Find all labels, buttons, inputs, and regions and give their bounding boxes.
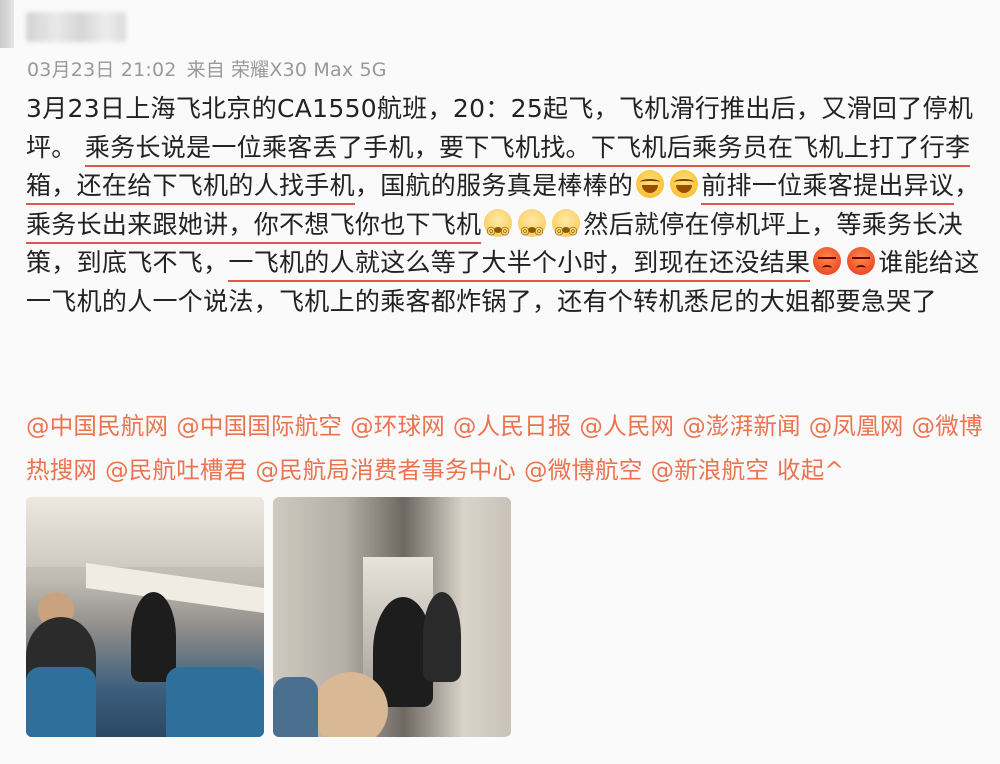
cabin-photo-1[interactable]	[26, 497, 264, 737]
overhead-bin	[86, 562, 264, 617]
mention-link[interactable]: @中国民航网	[26, 412, 168, 440]
seat-back	[273, 677, 318, 737]
avatar[interactable]	[0, 0, 14, 48]
mention-link[interactable]: @微博航空	[524, 456, 643, 484]
passenger-figure	[423, 592, 461, 682]
mention-link[interactable]: @凤凰网	[809, 412, 904, 440]
mention-link[interactable]: @人民网	[579, 412, 674, 440]
cabin-ceiling	[26, 497, 264, 567]
post-text: 3月23日上海飞北京的CA1550航班，20：25起飞，飞机滑行推出后，又滑回了…	[26, 90, 986, 321]
underlined-crew-reply: 乘务长出来跟她讲，你不想飞你也下飞机	[26, 209, 482, 244]
post-text-sarcasm: ，国航的服务真是棒棒的	[354, 171, 634, 200]
mention-link[interactable]: @人民日报	[453, 412, 572, 440]
cabin-photo-2[interactable]	[273, 497, 511, 737]
seat-back	[166, 667, 264, 737]
blurred-username[interactable]	[26, 12, 126, 42]
mention-link[interactable]: @环球网	[350, 412, 445, 440]
flight-attendant-figure	[131, 592, 176, 682]
underlined-wait-duration: 一飞机的人就这么等了大半个小时，到现在还没结果	[228, 248, 811, 282]
mention-link[interactable]: @新浪航空	[651, 456, 770, 484]
bald-head	[313, 672, 388, 737]
post-meta: 03月23日 21:02 来自 荣耀X30 Max 5G	[27, 55, 397, 82]
post-time[interactable]: 03月23日 21:02	[27, 59, 177, 81]
mention-link[interactable]: @民航局消费者事务中心	[255, 456, 516, 484]
dizzy-face-icon	[552, 208, 581, 250]
source-prefix: 来自	[186, 59, 225, 81]
underlined-objection: 前排一位乘客提出异议	[701, 171, 955, 205]
mention-list: @中国民航网 @中国国际航空 @环球网 @人民日报 @人民网 @澎湃新闻 @凤凰网 @微博热搜…	[26, 404, 986, 492]
collapse-button[interactable]: 收起^	[777, 456, 844, 484]
dizzy-face-icon	[518, 208, 547, 250]
weibo-post-card: 03月23日 21:02 来自 荣耀X30 Max 5G 3月23日上海飞北京的CA…	[0, 0, 1000, 764]
mention-link[interactable]: @中国国际航空	[176, 412, 342, 440]
mention-link[interactable]: @民航吐槽君	[105, 456, 247, 484]
angry-face-icon	[847, 247, 876, 275]
laughing-tears-icon	[670, 170, 699, 198]
device-name: 荣耀X30 Max 5G	[230, 59, 387, 81]
angry-face-icon	[813, 247, 842, 275]
seat-back	[26, 667, 96, 737]
laughing-tears-icon	[636, 170, 665, 198]
dizzy-face-icon	[484, 208, 513, 250]
mention-link[interactable]: @澎湃新闻	[682, 412, 801, 440]
post-text-comma: ，	[954, 171, 980, 200]
